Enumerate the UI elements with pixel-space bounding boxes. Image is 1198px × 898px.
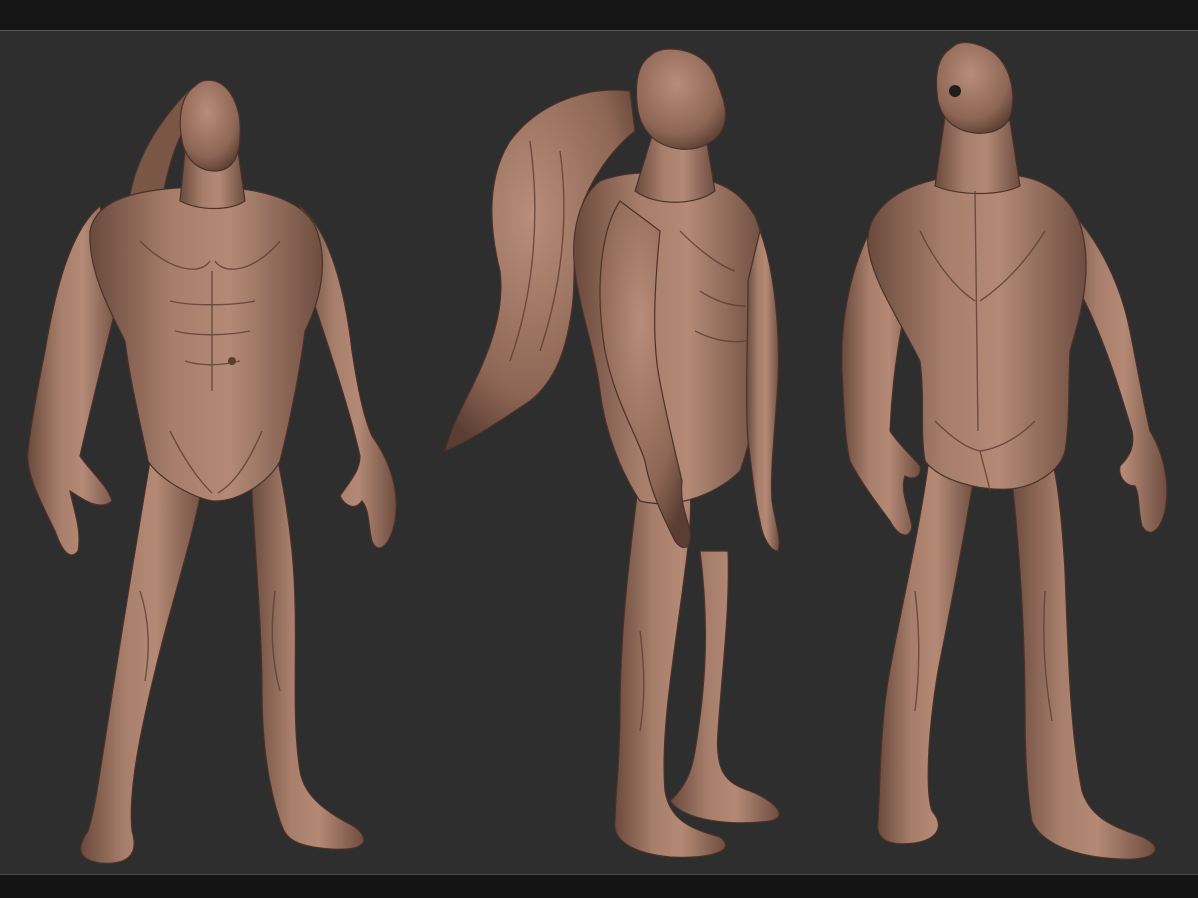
top-bar: [0, 0, 1198, 31]
sculpt-viewport: [0, 31, 1198, 874]
render-frame: [0, 0, 1198, 898]
front-view-figure: [27, 79, 397, 864]
back-view-figure: [841, 41, 1168, 860]
side-view-figure: [444, 48, 780, 858]
bottom-bar: [0, 874, 1198, 898]
